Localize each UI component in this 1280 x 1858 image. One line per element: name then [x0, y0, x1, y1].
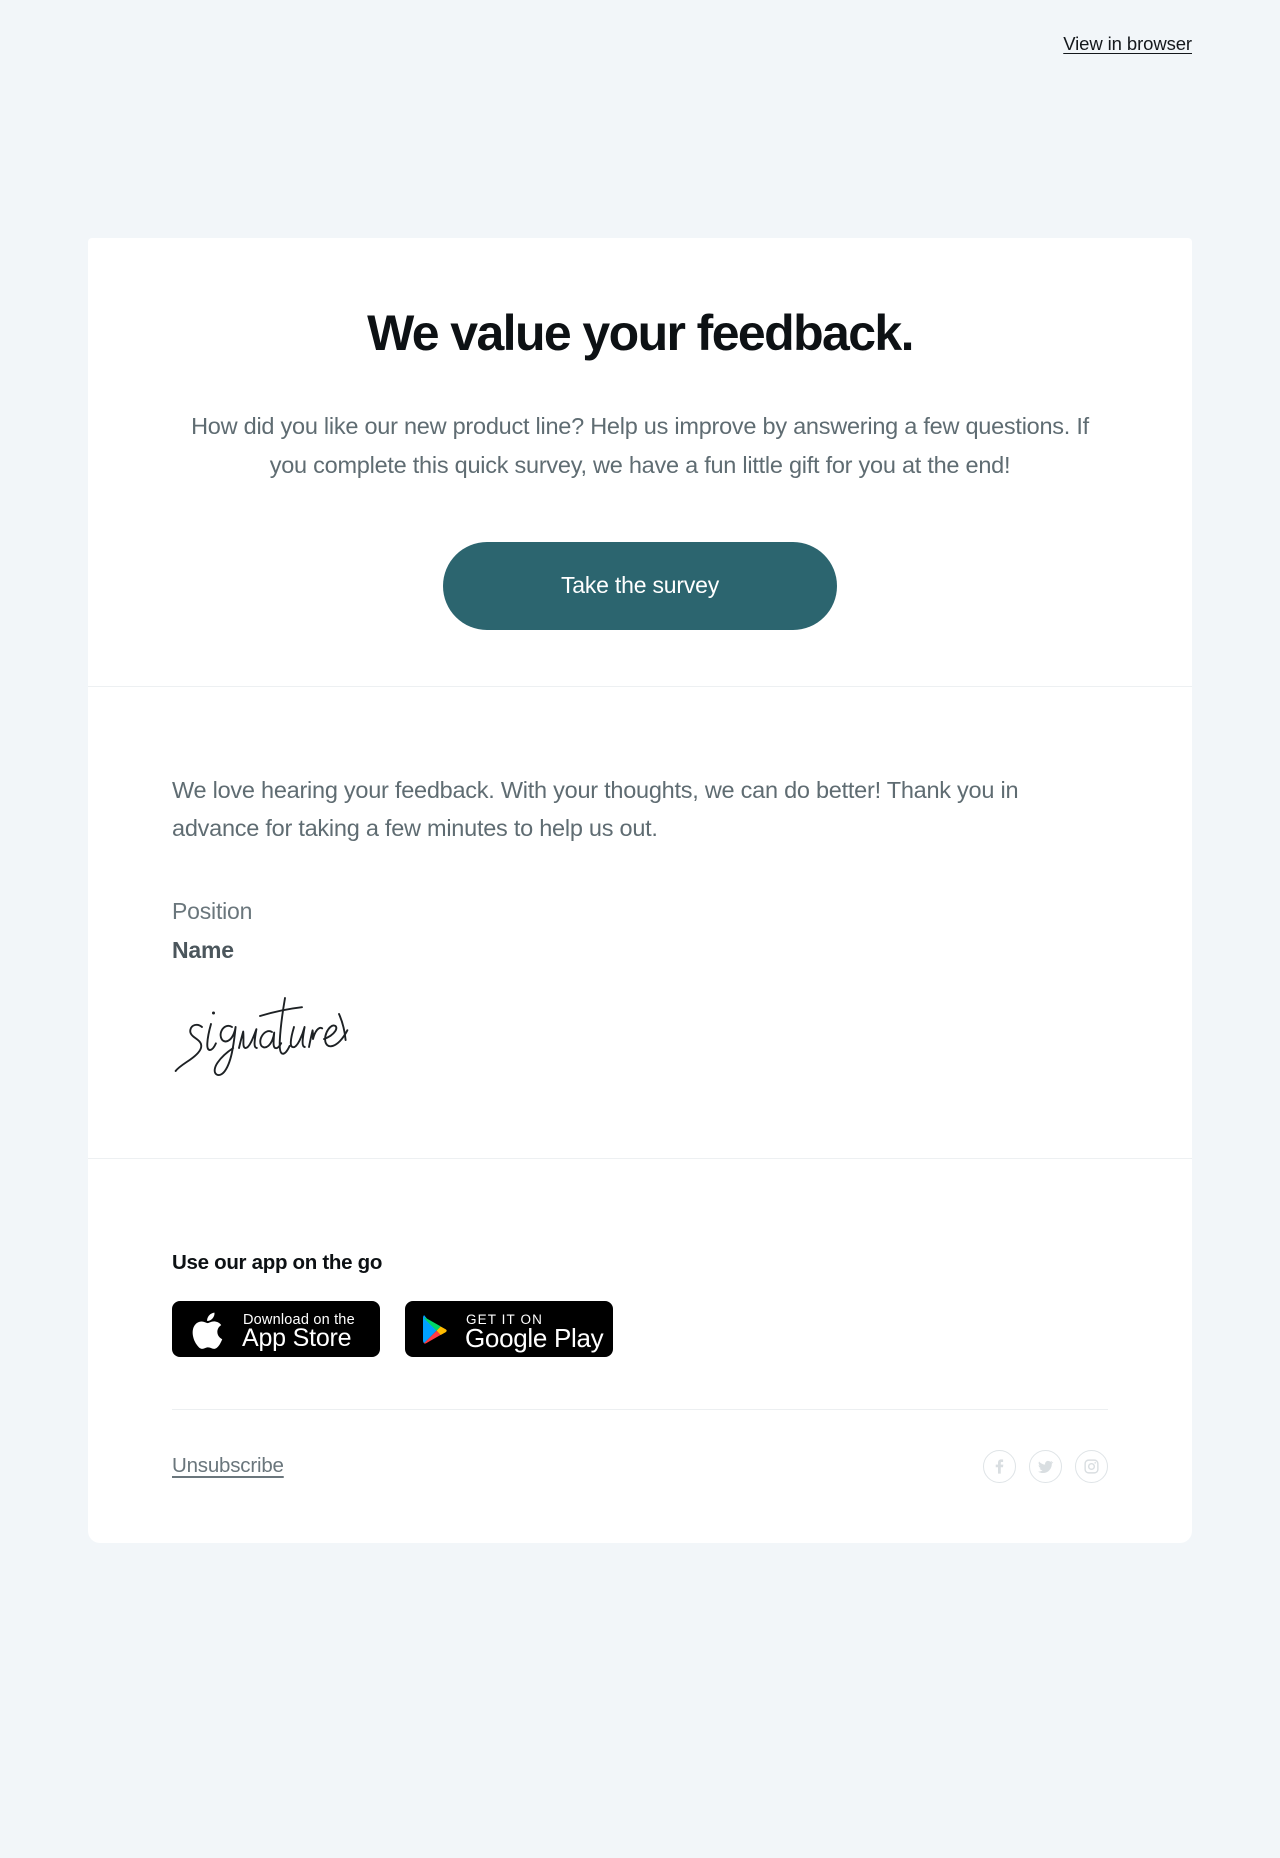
- footer-section: Use our app on the go Download on the Ap…: [88, 1159, 1192, 1543]
- view-in-browser-link[interactable]: View in browser: [1063, 32, 1192, 56]
- email-card: We value your feedback. How did you like…: [88, 238, 1192, 1543]
- email-preview-page: View in browser We value your feedback. …: [0, 0, 1280, 1858]
- unsubscribe-link[interactable]: Unsubscribe: [172, 1454, 284, 1478]
- instagram-icon[interactable]: [1075, 1450, 1108, 1483]
- facebook-icon[interactable]: [983, 1450, 1016, 1483]
- google-play-badge[interactable]: GET IT ON Google Play: [405, 1301, 613, 1357]
- hero-body-text: How did you like our new product line? H…: [172, 407, 1108, 486]
- take-survey-button[interactable]: Take the survey: [443, 542, 837, 630]
- svg-text:App Store: App Store: [242, 1324, 351, 1352]
- twitter-icon[interactable]: [1029, 1450, 1062, 1483]
- signer-name: Name: [172, 934, 1108, 967]
- app-promo-heading: Use our app on the go: [172, 1251, 1108, 1275]
- hero-section: We value your feedback. How did you like…: [88, 238, 1192, 686]
- svg-text:Google Play: Google Play: [465, 1323, 604, 1353]
- signature-body-text: We love hearing your feedback. With your…: [172, 771, 1108, 847]
- footer-divider: [172, 1409, 1108, 1410]
- signer-position: Position: [172, 895, 1108, 928]
- app-badges: Download on the App Store G: [172, 1301, 1108, 1357]
- footer-bottom-bar: Unsubscribe: [172, 1450, 1108, 1483]
- preheader: View in browser: [0, 0, 1280, 88]
- app-store-badge[interactable]: Download on the App Store: [172, 1301, 380, 1357]
- social-links: [983, 1450, 1108, 1483]
- page-title: We value your feedback.: [172, 304, 1108, 363]
- signature-image: [172, 984, 372, 1088]
- signature-section: We love hearing your feedback. With your…: [88, 687, 1192, 1158]
- cta-container: Take the survey: [172, 542, 1108, 630]
